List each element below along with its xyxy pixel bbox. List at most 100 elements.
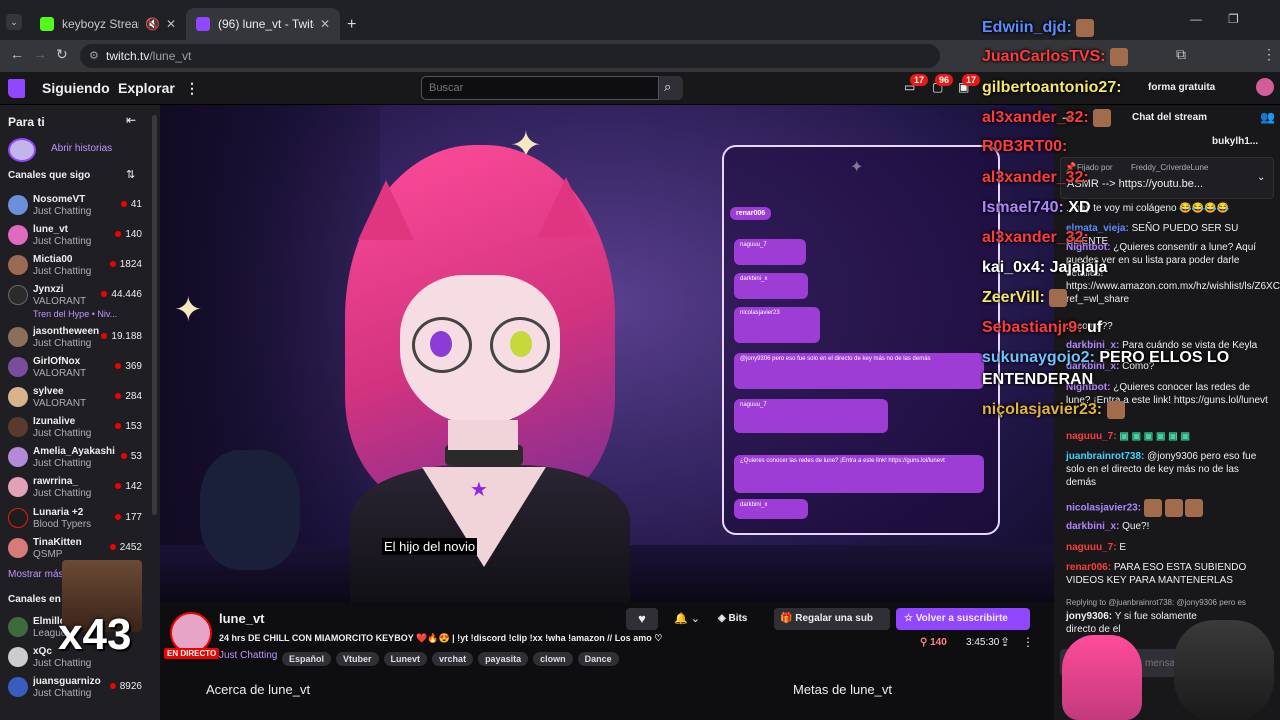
menu-icon[interactable]: ⋮ <box>1262 46 1276 63</box>
stream-title: 24 hrs DE CHILL CON MIAMORCITO KEYBOY ❤️… <box>219 633 663 643</box>
explore-link[interactable]: Explorar <box>118 80 175 96</box>
bits-button[interactable]: ◈ Bits <box>718 608 764 630</box>
sidebar-channel[interactable]: Izunalive Just Chatting 153 <box>0 413 150 443</box>
pinned-message[interactable]: 📌 Fijado por Freddy_CriverdeLune ASMR --… <box>1060 157 1274 199</box>
reload-icon[interactable]: ↻ <box>56 46 68 63</box>
viewer-count-value: 142 <box>125 481 142 492</box>
avatar <box>8 617 28 637</box>
tag[interactable]: vrchat <box>432 652 474 666</box>
chat-user[interactable]: renar006: <box>1066 562 1111 573</box>
chat-message: naguuu_7: E <box>1066 541 1271 554</box>
chat-message: renar006: PARA ESO ESTA SUBIENDO VIDEOS … <box>1066 561 1271 587</box>
channel-game: QSMP <box>33 549 63 560</box>
twitch-logo-icon[interactable] <box>8 79 25 98</box>
resubscribe-button[interactable]: ☆ Volver a suscribirte <box>896 608 1030 630</box>
sidebar-channel[interactable]: GirlOfNox VALORANT 369 <box>0 353 150 383</box>
sidebar-channel[interactable]: sylvee VALORANT 284 <box>0 383 150 413</box>
chat-user[interactable]: nicolasjavier23: <box>1066 503 1141 514</box>
category-link[interactable]: Just Chatting <box>219 650 277 661</box>
sidebar-channel[interactable]: Amelia_Ayakashi Just Chatting 53 <box>0 443 150 473</box>
close-tab-icon[interactable]: ✕ <box>320 17 330 31</box>
following-link[interactable]: Siguiendo <box>42 80 110 96</box>
tag[interactable]: Dance <box>577 652 619 666</box>
video-player[interactable]: ✦ ✦ ✦ ✦ ★ El hijo del novio renar006 nag… <box>160 105 1054 602</box>
live-badge: EN DIRECTO <box>164 648 220 659</box>
share-icon[interactable]: ⇪ <box>1000 635 1010 649</box>
stream-chat-widget: renar006 naguuu_7 darkbini_x nicolasjavi… <box>722 145 1000 535</box>
tab-list-button[interactable]: ⌄ <box>6 14 22 30</box>
sidebar-channel[interactable]: NosomeVT Just Chatting 41 <box>0 191 150 221</box>
close-tab-icon[interactable]: ✕ <box>166 17 176 31</box>
gift-sub-button[interactable]: 🎁 Regalar una sub <box>774 608 890 630</box>
tab-keyboyz[interactable]: keyboyz Stream - Watch Li 🔇 ✕ <box>30 8 186 40</box>
emote-icon <box>1049 289 1068 307</box>
chat-users-icon[interactable]: 👥 <box>1260 110 1275 124</box>
channel-name: Mictia00 <box>33 254 73 265</box>
notifications-badge: 96 <box>935 74 954 86</box>
tag[interactable]: Lunevt <box>383 652 428 666</box>
kick-favicon-icon <box>40 17 54 31</box>
sidebar-channel[interactable]: Jynxzi VALORANT 44.446 Tren del Hype • N… <box>0 281 150 323</box>
plush-figure <box>200 450 300 570</box>
channel-name: Amelia_Ayakashi <box>33 446 115 457</box>
avatar <box>8 477 28 497</box>
chat-user[interactable]: darkbini_x: <box>1066 521 1119 532</box>
twitch-favicon-icon <box>196 17 210 31</box>
channel-game: Just Chatting <box>33 266 92 277</box>
viewer-count: 142 <box>115 481 142 492</box>
open-stories-link[interactable]: Abrir historias <box>51 143 112 154</box>
extensions-icon[interactable]: ⧉ <box>1176 46 1186 63</box>
tab-lune-vt[interactable]: (96) lune_vt - Twitch ✕ <box>186 8 340 40</box>
sidebar-channel[interactable]: jasontheween Just Chatting 19.188 <box>0 323 150 353</box>
chat-user[interactable]: naguuu_7: <box>1066 542 1117 553</box>
mute-icon[interactable]: 🔇 <box>145 17 160 31</box>
more-menu-icon[interactable]: ⋮ <box>185 80 199 97</box>
tag[interactable]: payasita <box>478 652 529 666</box>
minimize-icon[interactable]: — <box>1190 12 1202 26</box>
sidebar-channel[interactable]: lune_vt Just Chatting 140 <box>0 221 150 251</box>
tag[interactable]: Vtuber <box>336 652 379 666</box>
channel-game: Just Chatting <box>33 236 92 247</box>
more-options-icon[interactable]: ⋮ <box>1022 635 1034 649</box>
user-avatar[interactable] <box>1256 78 1274 96</box>
search-input[interactable] <box>421 76 659 100</box>
search-button[interactable]: ⌕ <box>659 76 683 100</box>
chevron-down-icon[interactable]: ⌄ <box>1257 172 1265 183</box>
followed-channels-heading: Canales que sigo <box>8 170 91 181</box>
star-icon: ☆ <box>904 613 916 624</box>
site-info-icon[interactable]: ⚙ <box>89 44 99 68</box>
tag[interactable]: Español <box>282 652 332 666</box>
tag[interactable]: clown <box>533 652 573 666</box>
viewer-count: 284 <box>115 391 142 402</box>
channel-name[interactable]: lune_vt <box>219 611 265 626</box>
sidebar-channel[interactable]: rawrrina_ Just Chatting 142 <box>0 473 150 503</box>
sidebar-scrollbar[interactable] <box>152 115 157 515</box>
forward-icon[interactable]: → <box>33 46 47 62</box>
sort-icon[interactable]: ⇅ <box>126 168 135 181</box>
maximize-icon[interactable]: ❐ <box>1228 12 1239 26</box>
sidebar-channel[interactable]: juansguarnizo Just Chatting 8926 <box>0 673 150 703</box>
new-tab-button[interactable]: + <box>347 16 356 34</box>
chat-user[interactable]: naguuu_7: <box>1066 431 1117 442</box>
emote-row: ▣ ▣ ▣ ▣ ▣ ▣ <box>1119 431 1190 442</box>
free-sub-label[interactable]: forma gratuita <box>1148 82 1215 93</box>
notifications-bell-button[interactable]: 🔔 ⌄ <box>668 608 706 630</box>
uptime: 3:45:30 <box>966 637 1000 648</box>
follow-heart-button[interactable]: ♥ <box>626 608 658 630</box>
show-more-link[interactable]: Mostrar más <box>8 569 64 580</box>
chat-user[interactable]: jony9306: <box>1066 611 1112 622</box>
sidebar-channel[interactable]: Mictia00 Just Chatting 1824 <box>0 251 150 281</box>
sidebar-channel[interactable]: Lunaria +2 Blood Typers 177 <box>0 504 150 534</box>
collapse-sidebar-icon[interactable]: ⇤ <box>126 113 136 127</box>
channel-name: sylvee <box>33 386 64 397</box>
keyboy-sticker <box>1174 620 1274 720</box>
url-field[interactable]: ⚙ twitch.tv/lune_vt <box>80 44 940 68</box>
chat-user[interactable]: juanbrainrot738: <box>1066 451 1144 462</box>
channel-game: VALORANT <box>33 398 87 409</box>
back-icon[interactable]: ← <box>10 46 24 62</box>
stories-avatar[interactable] <box>8 138 36 162</box>
overlay-chat-user: al3xander_32: <box>982 229 1089 246</box>
avatar <box>8 195 28 215</box>
live-dot-icon <box>101 333 108 339</box>
widget-chat-user: darkbini_x <box>734 499 808 519</box>
